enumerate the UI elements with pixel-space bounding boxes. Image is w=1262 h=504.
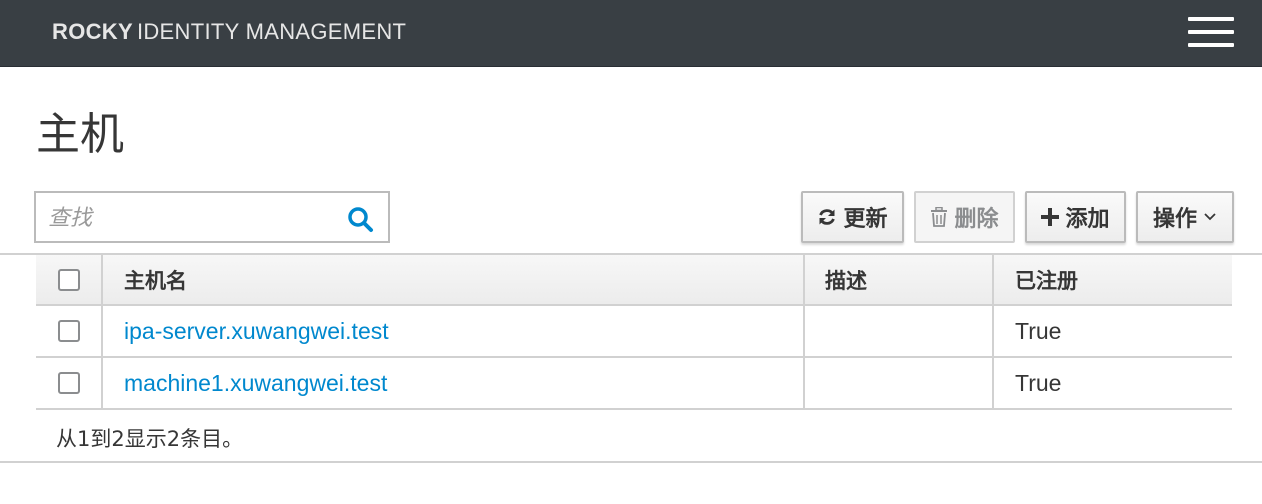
description-cell xyxy=(805,358,994,408)
refresh-button[interactable]: 更新 xyxy=(801,191,904,243)
hamburger-line xyxy=(1188,17,1234,21)
column-header-registered[interactable]: 已注册 xyxy=(994,255,1232,304)
brand-name: ROCKY xyxy=(52,19,133,44)
delete-label: 删除 xyxy=(954,207,999,232)
plus-icon xyxy=(1041,208,1060,226)
hostname-cell: machine1.xuwangwei.test xyxy=(103,358,805,408)
registered-cell: True xyxy=(994,306,1232,356)
row-select-cell xyxy=(36,358,103,408)
hamburger-line xyxy=(1188,43,1234,47)
brand-subtitle: IDENTITY MANAGEMENT xyxy=(136,19,407,44)
actions-label: 操作 xyxy=(1152,207,1197,232)
table-header: 主机名 描述 已注册 xyxy=(36,255,1232,306)
select-all-cell xyxy=(36,255,103,304)
search-box xyxy=(34,191,390,243)
delete-button[interactable]: 删除 xyxy=(914,191,1015,243)
divider xyxy=(0,461,1262,463)
brand-logo[interactable]: ROCKY IDENTITY MANAGEMENT xyxy=(52,19,406,45)
hostname-link[interactable]: machine1.xuwangwei.test xyxy=(124,370,387,397)
pagination-summary: 从1到2显示2条目。 xyxy=(56,427,244,451)
table-row: ipa-server.xuwangwei.test True xyxy=(36,306,1232,358)
top-navbar: ROCKY IDENTITY MANAGEMENT xyxy=(0,0,1262,67)
column-header-description[interactable]: 描述 xyxy=(805,255,994,304)
row-checkbox[interactable] xyxy=(57,372,80,394)
hamburger-icon[interactable] xyxy=(1188,17,1234,47)
search-input[interactable] xyxy=(48,203,338,233)
hamburger-line xyxy=(1188,30,1234,34)
select-all-checkbox[interactable] xyxy=(57,268,80,291)
add-button[interactable]: 添加 xyxy=(1025,191,1126,243)
refresh-label: 更新 xyxy=(843,207,888,232)
description-cell xyxy=(805,306,994,356)
actions-dropdown[interactable]: 操作 xyxy=(1136,191,1234,243)
row-select-cell xyxy=(36,306,103,356)
page-title: 主机 xyxy=(36,109,124,160)
search-icon[interactable] xyxy=(346,205,376,233)
table-row: machine1.xuwangwei.test True xyxy=(36,358,1232,410)
hostname-link[interactable]: ipa-server.xuwangwei.test xyxy=(124,318,389,345)
hostname-cell: ipa-server.xuwangwei.test xyxy=(103,306,805,356)
add-label: 添加 xyxy=(1065,207,1110,232)
registered-value: True xyxy=(1015,317,1062,344)
registered-value: True xyxy=(1015,369,1062,396)
column-header-hostname[interactable]: 主机名 xyxy=(103,255,805,304)
trash-icon xyxy=(930,207,948,227)
row-checkbox[interactable] xyxy=(57,320,80,342)
refresh-icon xyxy=(817,207,837,227)
chevron-down-icon xyxy=(1203,212,1217,222)
registered-cell: True xyxy=(994,358,1232,408)
